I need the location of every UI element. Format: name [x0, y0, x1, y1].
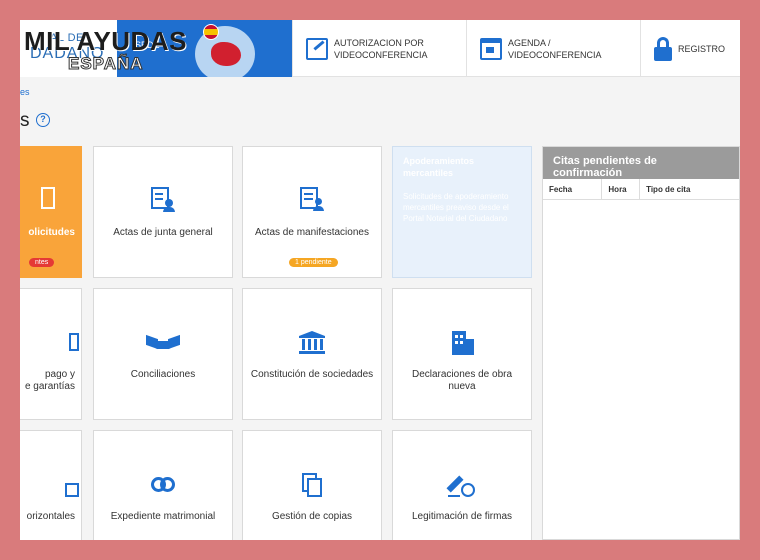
column-header[interactable]: Fecha: [543, 179, 603, 199]
tile-label: orizontales: [26, 511, 75, 522]
nav-agenda[interactable]: AGENDA / VIDEOCONFERENCIA: [466, 20, 640, 77]
nav-autorizacion-label: AUTORIZACION POR VIDEOCONFERENCIA: [334, 37, 428, 60]
citas-table-header: Fecha Hora Tipo de cita: [543, 179, 739, 200]
column-header[interactable]: Tipo de cita: [640, 179, 739, 199]
citas-title: Citas pendientes de confirmación: [543, 147, 739, 179]
institution-icon: [298, 329, 326, 357]
watermark-title: MIL AYUDAS: [24, 26, 187, 56]
globe-land: [211, 42, 241, 66]
tile-horizontales[interactable]: orizontales: [20, 430, 82, 540]
meeting-minutes-icon: [149, 185, 177, 213]
tile-legitimacion-firmas[interactable]: Legitimación de firmas: [392, 430, 532, 540]
tile-label: Declaraciones de obra nueva: [411, 369, 513, 392]
app-window: AL DE DADANO SEDE MIL AYUDAS ESPAÑA AUTO…: [20, 20, 740, 540]
tile-label: Actas de manifestaciones: [255, 227, 369, 238]
clipboard-icon: [33, 185, 61, 213]
tile-title: Apoderamientos mercantiles: [403, 156, 475, 178]
signature-icon: [446, 471, 476, 499]
nav-registro-label: REGISTRO: [678, 43, 726, 54]
pending-badge: 1 pendiente: [289, 258, 338, 267]
pending-badge: ntes: [29, 258, 55, 267]
authorization-icon: [306, 37, 328, 60]
breadcrumb[interactable]: es: [20, 87, 30, 97]
column-header[interactable]: Hora: [602, 179, 641, 199]
tile-gestion-copias[interactable]: Gestión de copias: [242, 430, 382, 540]
tile-apoderamientos[interactable]: Apoderamientos mercantiles Solicitudes d…: [392, 146, 532, 278]
tile-label: Constitución de sociedades: [250, 369, 374, 380]
lock-icon: [654, 36, 672, 61]
payment-icon: [69, 329, 79, 357]
rings-icon: [149, 471, 177, 499]
tile-description: Solicitudes de apoderamiento mercantiles…: [403, 192, 509, 223]
nav-registro[interactable]: REGISTRO: [640, 20, 740, 77]
watermark-subtitle: ESPAÑA: [68, 54, 144, 74]
nav-autorizacion[interactable]: AUTORIZACION POR VIDEOCONFERENCIA: [292, 20, 466, 77]
tile-label: olicitudes: [28, 227, 75, 238]
tile-actas-junta[interactable]: Actas de junta general: [93, 146, 233, 278]
tile-obra-nueva[interactable]: Declaraciones de obra nueva: [392, 288, 532, 420]
help-icon[interactable]: ?: [36, 113, 50, 127]
tile-label: Actas de junta general: [113, 227, 213, 238]
tile-expediente-matrimonial[interactable]: Expediente matrimonial: [93, 430, 233, 540]
citas-panel: Citas pendientes de confirmación Fecha H…: [542, 146, 740, 540]
top-header: AL DE DADANO SEDE MIL AYUDAS ESPAÑA AUTO…: [20, 20, 740, 77]
building-icon: [448, 329, 476, 357]
tile-conciliaciones[interactable]: Conciliaciones: [93, 288, 233, 420]
document-person-icon: [298, 185, 326, 213]
copies-icon: [298, 471, 326, 499]
map-icon: [65, 477, 79, 505]
nav-agenda-label: AGENDA / VIDEOCONFERENCIA: [508, 37, 602, 60]
tile-constitucion[interactable]: Constitución de sociedades: [242, 288, 382, 420]
tile-label: Expediente matrimonial: [110, 511, 216, 522]
tile-solicitudes[interactable]: olicitudes ntes: [20, 146, 82, 278]
spain-flag-icon: [203, 24, 219, 40]
tile-label: Conciliaciones: [130, 369, 196, 380]
page-title: s: [20, 110, 30, 131]
tile-label: Gestión de copias: [271, 511, 353, 522]
calendar-video-icon: [480, 37, 502, 60]
handshake-icon: [146, 329, 180, 357]
tile-label: Legitimación de firmas: [411, 511, 513, 522]
tile-actas-manifestaciones[interactable]: Actas de manifestaciones 1 pendiente: [242, 146, 382, 278]
tile-pago-garantias[interactable]: pago y e garantías: [20, 288, 82, 420]
tile-label: pago y e garantías: [24, 369, 75, 392]
